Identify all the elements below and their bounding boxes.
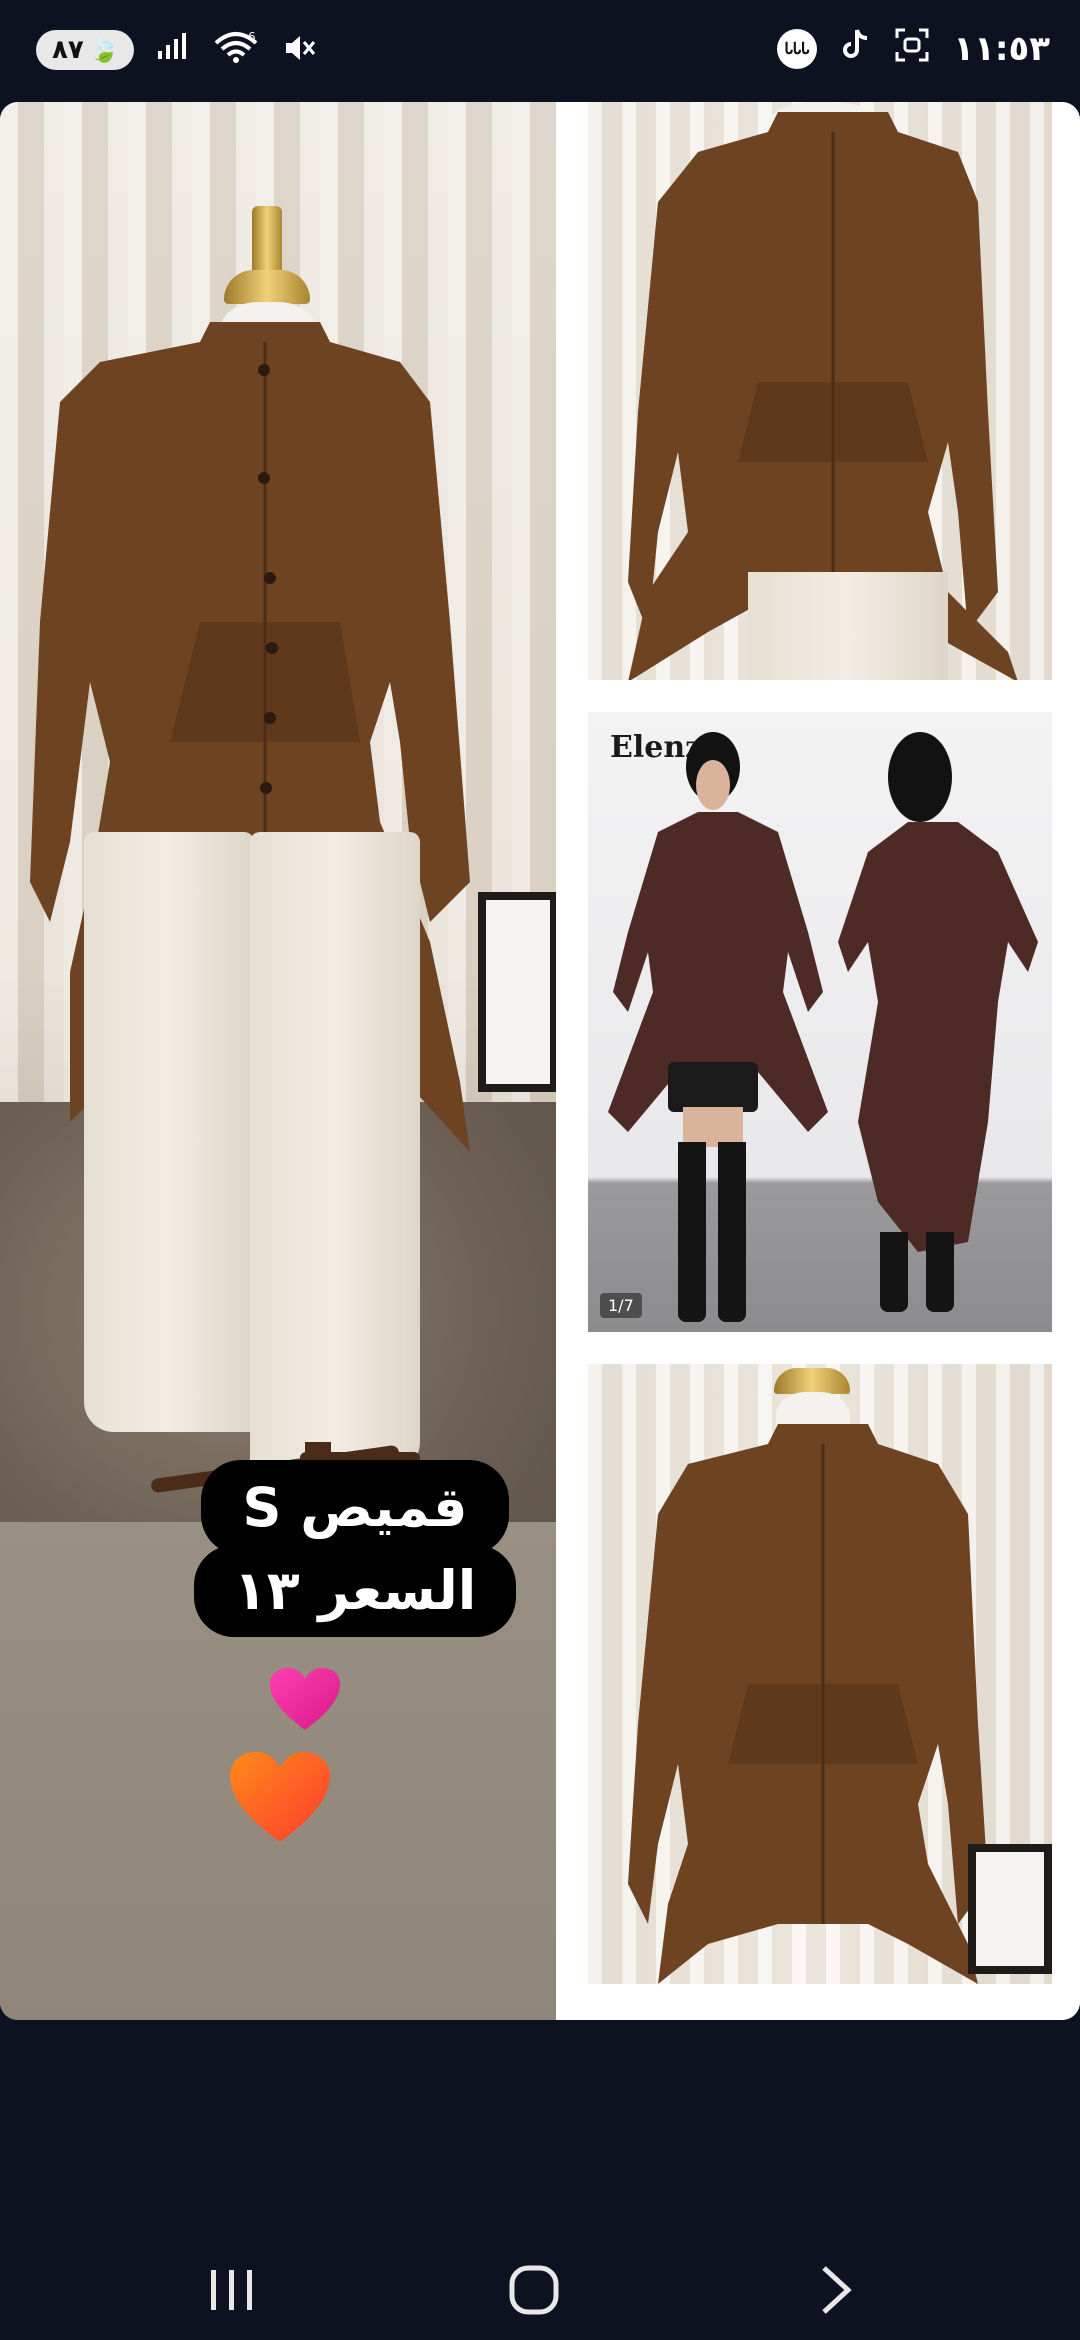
screenshot-icon (895, 28, 929, 70)
model-boot (926, 1232, 954, 1312)
right-column: Elenz 1/7 (556, 102, 1080, 2020)
image-counter: 1/7 (600, 1293, 642, 1318)
model-face (696, 760, 730, 810)
model-boot (880, 1232, 908, 1312)
wifi-icon: 6 (212, 30, 260, 69)
main-product-photo (0, 102, 558, 2020)
shirt-button (260, 782, 272, 794)
shirt-button (264, 712, 276, 724)
wifi-badge: 6 (248, 31, 256, 44)
shirt-button (258, 364, 270, 376)
model-boot (678, 1142, 706, 1322)
shirt-button (264, 572, 276, 584)
mannequin-cap (224, 270, 310, 304)
clock: ١١:٥٣ (953, 29, 1050, 69)
home-icon[interactable] (474, 2240, 594, 2340)
navigation-bar (0, 2020, 1080, 2340)
battery-level: ٨٧ (52, 35, 84, 65)
picture-frame (968, 1844, 1052, 1974)
white-pants-left (84, 832, 254, 1432)
signal-icon (156, 31, 190, 69)
caption-sticker: قميص S السعر ١٣ (168, 1460, 542, 1637)
model-shorts (668, 1062, 758, 1112)
shirt-button (258, 472, 270, 484)
orange-heart-icon (230, 1752, 330, 1842)
tiktok-icon (841, 28, 871, 70)
mannequin-cap (774, 1368, 850, 1394)
model-legs (683, 1107, 743, 1147)
recent-apps-icon[interactable] (172, 2240, 292, 2340)
white-pants-right (250, 832, 420, 1472)
mute-icon (282, 32, 318, 68)
battery-indicator: ٨٧ 🍃 (36, 30, 134, 70)
status-bar: ٨٧ 🍃 6 ᏓᏓᏓ ١١:٥٣ (0, 0, 1080, 100)
back-icon[interactable] (776, 2240, 896, 2340)
caption-line-price: السعر ١٣ (193, 1545, 517, 1637)
model-hair (888, 732, 952, 822)
product-photo-top (588, 102, 1052, 680)
status-right: ᏓᏓᏓ ١١:٥٣ (777, 28, 1050, 70)
caption-line-product: قميص S (200, 1460, 510, 1556)
shirt-button (266, 642, 278, 654)
status-left: ٨٧ 🍃 6 (36, 30, 318, 70)
model-photo: Elenz 1/7 (588, 712, 1052, 1332)
battery-saver-icon: 🍃 (89, 36, 120, 64)
product-photo-bottom (588, 1364, 1052, 1984)
circle-app-icon: ᏓᏓᏓ (777, 29, 818, 69)
model-back-shirt (838, 822, 1038, 1252)
story-image[interactable]: Elenz 1/7 قميص S السعر ١٣ (0, 102, 1080, 2020)
pink-heart-icon (270, 1668, 340, 1730)
white-pants (748, 572, 948, 680)
model-boot (718, 1142, 746, 1322)
